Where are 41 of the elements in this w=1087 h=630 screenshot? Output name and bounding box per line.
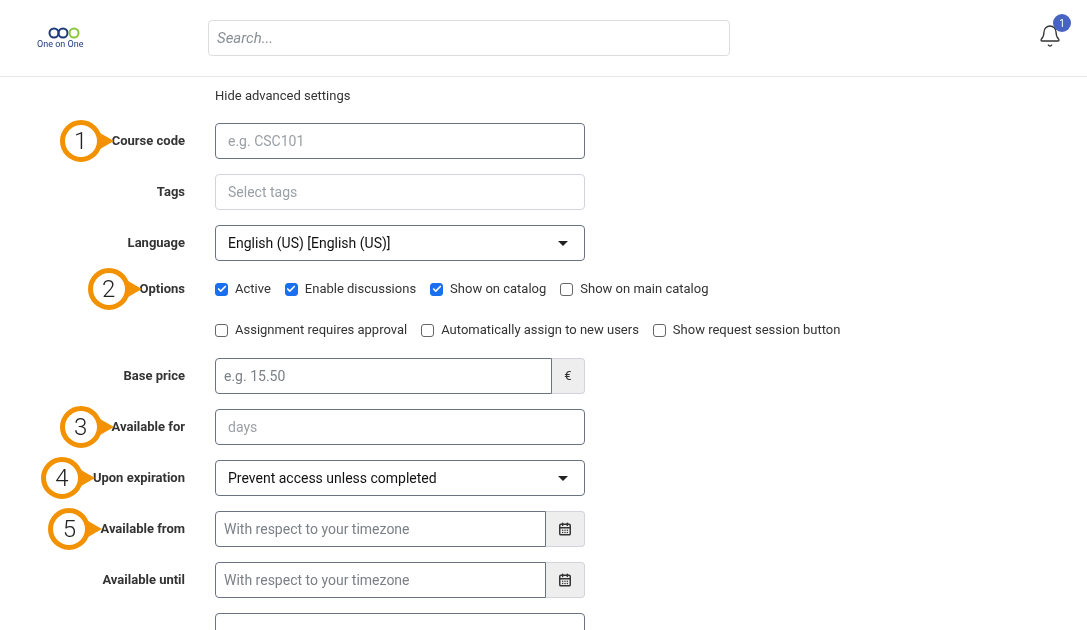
field-label: Base price [123, 367, 185, 386]
checkbox[interactable] [284, 282, 298, 296]
checkbox-option[interactable]: Active [215, 279, 271, 299]
field-label: Options [139, 280, 185, 299]
checkbox-option[interactable]: Show on catalog [430, 279, 547, 299]
checkbox[interactable] [215, 323, 228, 337]
calendar-icon [558, 573, 572, 587]
checkbox[interactable] [560, 282, 574, 296]
checkbox[interactable] [215, 282, 228, 296]
checkbox-option[interactable]: Automatically assign to new users [421, 320, 639, 340]
input-field[interactable]: With respect to your timezone [215, 511, 546, 547]
caret-icon [558, 475, 568, 481]
notification-badge: 1 [1053, 14, 1071, 32]
dropdown[interactable]: English (US) [English (US)] [215, 225, 585, 261]
checkbox[interactable] [430, 282, 444, 296]
calendar-button[interactable] [546, 562, 585, 598]
dropdown[interactable]: Prevent access unless completed [215, 460, 585, 496]
calendar-icon [558, 522, 572, 536]
field-label: Available until [102, 571, 185, 590]
calendar-button[interactable] [546, 511, 585, 547]
field-label: Upon expiration [92, 469, 185, 488]
currency-addon: € [552, 358, 585, 394]
field-label: Tags [156, 183, 185, 202]
input-field[interactable]: e.g. 15.50 [215, 358, 552, 394]
checkbox[interactable] [652, 323, 666, 337]
checkbox-option[interactable]: Enable discussions [284, 279, 417, 299]
field-label: Language [127, 234, 185, 253]
checkbox-option[interactable]: Show request session button [652, 320, 841, 340]
checkbox[interactable] [421, 323, 435, 337]
field-label: Available from [100, 520, 185, 539]
checkbox-option[interactable]: Show on main catalog [560, 279, 709, 299]
notification-button[interactable] [1038, 22, 1062, 50]
logo-text: One on One [37, 40, 84, 49]
caret-icon [558, 240, 568, 246]
field-label: Course code [111, 132, 185, 151]
bell-icon [1038, 24, 1062, 48]
checkbox-option[interactable]: Assignment requires approval [215, 320, 408, 340]
logo-icon [48, 27, 82, 39]
advanced-settings-link[interactable]: Hide advanced settings [215, 88, 351, 103]
input-field[interactable]: With respect to your timezone [215, 562, 546, 598]
field-label: Available for [111, 418, 185, 437]
